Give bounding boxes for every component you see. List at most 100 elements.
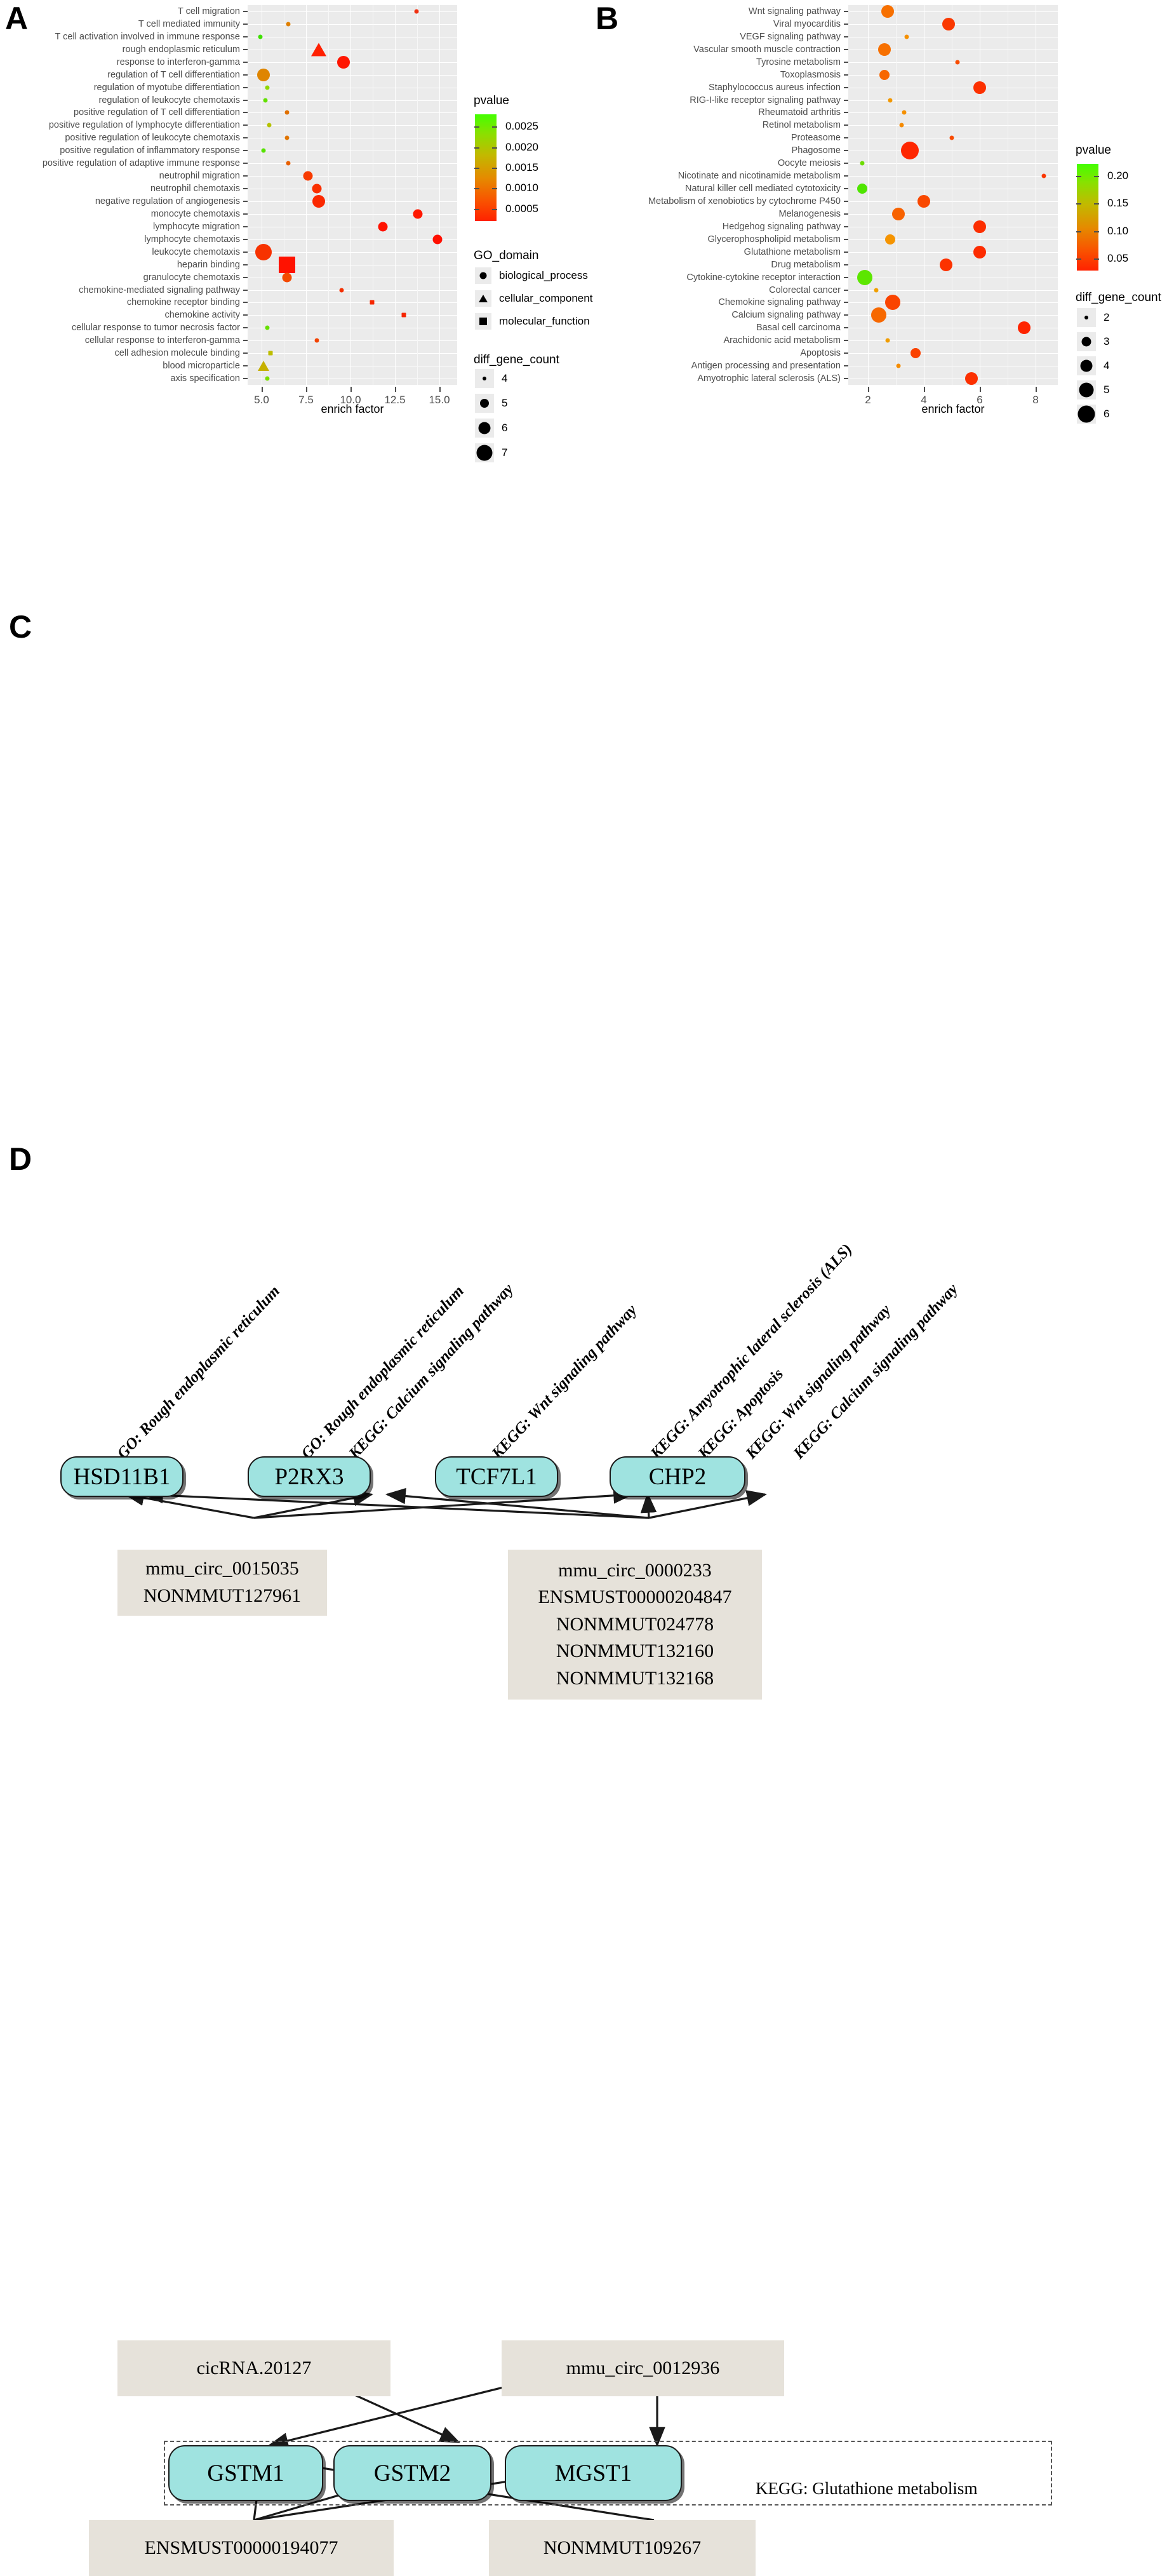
data-point-circle — [899, 123, 904, 128]
grid-line-horizontal — [248, 100, 457, 101]
y-axis-label: regulation of myotube differentiation — [93, 82, 240, 93]
data-point-circle — [267, 123, 272, 128]
legend-size-circle — [1079, 382, 1094, 398]
grid-line-horizontal — [248, 24, 457, 25]
data-point-circle — [265, 376, 270, 381]
y-axis-label: lymphocyte chemotaxis — [144, 234, 240, 245]
grid-line-vertical — [439, 5, 440, 385]
legend-colorbar-tick — [474, 188, 479, 190]
data-point-circle — [261, 148, 266, 153]
data-point-circle — [257, 68, 270, 81]
legend-colorbar-tick — [1076, 258, 1081, 260]
grid-line-horizontal — [248, 302, 457, 303]
legend-colorbar-label: 0.0025 — [505, 120, 538, 133]
legend-key-label: 6 — [502, 422, 508, 434]
y-axis-label: Oocyte meiosis — [777, 158, 841, 169]
y-axis-tick — [243, 10, 248, 12]
legend-key-label: 4 — [502, 372, 508, 384]
data-point-circle — [857, 269, 873, 285]
y-axis-label: Retinol metabolism — [762, 120, 841, 131]
y-axis-tick — [844, 225, 848, 227]
gene-node-p2rx3[interactable]: P2RX3 — [248, 1456, 371, 1497]
data-point-circle — [885, 234, 895, 245]
grid-line-horizontal — [248, 112, 457, 113]
rna-label: ENSMUST00000194077 — [144, 2537, 338, 2558]
panel-a-dotplot: T cell migration T cell mediated immunity… — [0, 0, 592, 462]
legend-size-circle — [478, 422, 491, 434]
data-point-circle — [337, 55, 350, 69]
y-axis-tick — [844, 200, 848, 202]
data-point-square — [268, 351, 273, 356]
data-point-circle — [964, 372, 978, 386]
data-point-circle — [860, 161, 865, 166]
y-axis-label: cellular response to interferon-gamma — [84, 335, 240, 346]
y-axis-label: Vascular smooth muscle contraction — [693, 44, 841, 55]
rna-box-top: cicRNA.20127 — [117, 2340, 390, 2396]
y-axis-label: Rheumatoid arthritis — [758, 107, 841, 118]
data-point-circle — [973, 220, 986, 233]
legend-key-label: 6 — [1104, 408, 1110, 420]
data-point-circle — [881, 4, 894, 18]
grid-line-horizontal — [248, 163, 457, 164]
legend-pvalue-title-b: pvalue — [1076, 144, 1111, 157]
rna-label: NONMMUT024778 — [556, 1613, 714, 1635]
y-axis-tick — [243, 74, 248, 76]
y-axis-label: chemokine activity — [164, 310, 240, 321]
x-axis-tick — [868, 387, 869, 392]
legend-colorbar-tick — [492, 208, 497, 210]
gene-node-gstm1[interactable]: GSTM1 — [168, 2445, 323, 2501]
y-axis-label: Nicotinate and nicotinamide metabolism — [677, 171, 841, 182]
grid-line-horizontal — [848, 214, 1058, 215]
y-axis-tick — [844, 314, 848, 316]
gene-node-chp2[interactable]: CHP2 — [610, 1456, 745, 1497]
y-axis-tick — [243, 23, 248, 25]
rna-label: NONMMUT132160 — [556, 1640, 714, 1662]
y-axis-tick — [243, 276, 248, 278]
legend-colorbar-label: 0.20 — [1107, 170, 1129, 182]
y-axis-tick — [844, 99, 848, 101]
gene-node-gstm2[interactable]: GSTM2 — [333, 2445, 491, 2501]
y-axis-label: Toxoplasmosis — [780, 69, 841, 80]
legend-colorbar-tick — [474, 168, 479, 169]
y-axis-tick — [243, 365, 248, 367]
x-axis-tick-label: 15.0 — [429, 394, 450, 406]
y-axis-label: Colorectal cancer — [769, 285, 841, 295]
data-point-circle — [258, 34, 263, 39]
y-axis-tick — [844, 378, 848, 380]
panel-d-edges — [251, 2348, 665, 2521]
x-axis-title-b: enrich factor — [921, 403, 985, 415]
y-axis-label: Cytokine-cytokine receptor interaction — [686, 272, 841, 283]
gene-node-mgst1[interactable]: MGST1 — [505, 2445, 682, 2501]
x-axis-tick — [262, 387, 263, 392]
legend-colorbar-tick — [1076, 176, 1081, 178]
grid-line-horizontal — [248, 125, 457, 126]
gene-node-hsd11b1[interactable]: HSD11B1 — [60, 1456, 183, 1497]
y-axis-label: axis specification — [170, 373, 240, 384]
rna-group-box: mmu_circ_0015035 NONMMUT127961 — [117, 1550, 327, 1616]
y-axis-label: T cell mediated immunity — [138, 18, 240, 29]
y-axis-label: Metabolism of xenobiotics by cytochrome … — [648, 196, 841, 206]
legend-key-label: 4 — [1104, 359, 1110, 372]
rna-box-top: mmu_circ_0012936 — [502, 2340, 784, 2396]
grid-line-horizontal — [848, 239, 1058, 240]
y-axis-tick — [243, 124, 248, 126]
legend-key-label: biological_process — [499, 269, 588, 281]
data-point-circle — [413, 209, 423, 219]
x-axis-tick — [306, 387, 307, 392]
panel-b-dotplot: Wnt signaling pathway Viral myocarditis VE… — [590, 0, 1174, 424]
y-axis-tick — [243, 378, 248, 380]
legend-size-circle — [480, 399, 489, 408]
rna-label: ENSMUST00000204847 — [538, 1587, 732, 1608]
grid-line-horizontal — [248, 214, 457, 215]
data-point-triangle — [310, 43, 326, 57]
gene-node-tcf7l1[interactable]: TCF7L1 — [435, 1456, 558, 1497]
grid-line-horizontal — [848, 252, 1058, 253]
y-axis-label: Drug metabolism — [771, 259, 841, 270]
data-point-circle — [284, 110, 290, 115]
grid-line-vertical — [306, 5, 307, 385]
y-axis-tick — [243, 150, 248, 152]
y-axis-label: leukocyte chemotaxis — [152, 246, 240, 257]
y-axis-tick — [844, 365, 848, 367]
y-axis-label: Basal cell carcinoma — [756, 323, 841, 333]
y-axis-tick — [243, 175, 248, 177]
